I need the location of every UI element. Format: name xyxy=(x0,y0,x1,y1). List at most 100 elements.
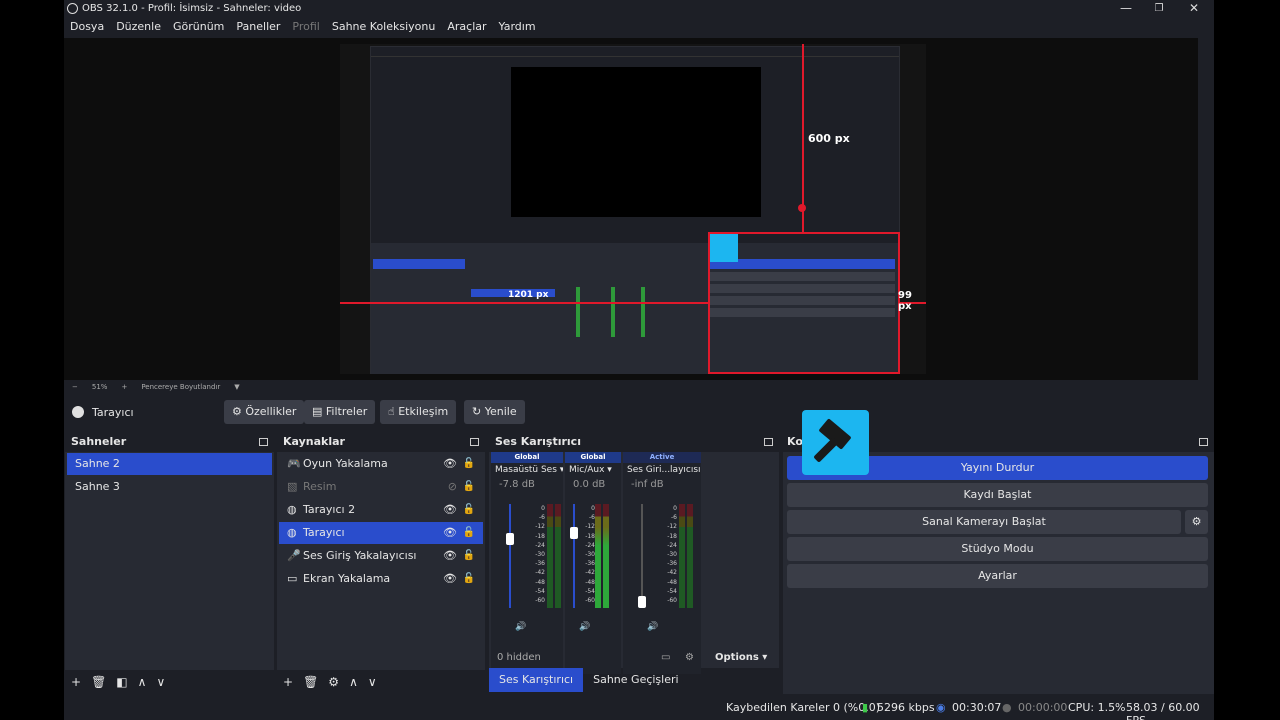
menu-paneller[interactable]: Paneller xyxy=(230,17,286,37)
undock-icon[interactable] xyxy=(470,438,479,446)
fader-knob[interactable] xyxy=(506,533,514,546)
lock-icon[interactable]: 🔓 xyxy=(463,545,475,567)
hammer-icon xyxy=(802,410,869,475)
minimize-icon[interactable]: — xyxy=(1109,0,1143,17)
move-up-icon[interactable]: ∧ xyxy=(349,675,358,689)
lock-icon[interactable]: 🔓 xyxy=(463,476,475,498)
volume-fader[interactable] xyxy=(641,504,643,608)
channel-name[interactable]: Ses Giri...layıcısı ▾ xyxy=(623,463,701,477)
scene-item-sahne-2[interactable]: Sahne 2 xyxy=(67,453,272,475)
refresh-button[interactable]: ↻ Yenile xyxy=(464,400,525,424)
eye-icon[interactable]: 👁 xyxy=(443,522,457,544)
undock-icon[interactable] xyxy=(259,438,268,446)
lock-icon[interactable]: 🔓 xyxy=(463,522,475,544)
interact-button[interactable]: ☝ Etkileşim xyxy=(380,400,457,424)
mixer-layout-icon[interactable]: ▭ xyxy=(661,646,670,670)
add-source-icon[interactable]: + xyxy=(283,675,293,689)
zoom-out-button[interactable]: − xyxy=(72,383,78,391)
menu-duzenle[interactable]: Düzenle xyxy=(110,17,167,37)
menu-dosya[interactable]: Dosya xyxy=(64,17,110,37)
channel-name[interactable]: Masaüstü Ses ▾ xyxy=(491,463,563,477)
properties-button[interactable]: ⚙ Özellikler xyxy=(224,400,305,424)
move-up-icon[interactable]: ∧ xyxy=(138,675,147,689)
scene-filters-icon[interactable]: ◧ xyxy=(116,675,127,689)
menu-profil[interactable]: Profil xyxy=(286,17,325,37)
level-meter xyxy=(547,504,553,608)
mixer-dock: Ses Karıştırıcı Global Masaüstü Ses ▾ -7… xyxy=(489,432,779,674)
menu-araclar[interactable]: Araçlar xyxy=(441,17,492,37)
height-dimension-label: 600 px xyxy=(808,132,850,145)
add-scene-icon[interactable]: + xyxy=(71,675,81,689)
remove-scene-icon[interactable]: 🗑 xyxy=(91,675,106,689)
volume-fader[interactable] xyxy=(573,504,575,608)
stream-icon: ◉ xyxy=(936,701,946,714)
undock-icon[interactable] xyxy=(1199,438,1208,446)
filters-button[interactable]: ▤ Filtreler xyxy=(304,400,376,424)
source-item[interactable]: ◍ Tarayıcı 2 👁 🔓 xyxy=(279,499,483,521)
eye-icon[interactable]: 👁 xyxy=(443,545,457,567)
maximize-icon[interactable]: ❐ xyxy=(1142,0,1176,17)
guide-horizontal-left xyxy=(340,302,710,304)
speaker-icon[interactable]: 🔊 xyxy=(579,622,590,632)
source-settings-icon[interactable]: ⚙ xyxy=(328,675,339,689)
speaker-icon[interactable]: 🔊 xyxy=(647,622,658,632)
lock-icon[interactable]: 🔓 xyxy=(463,453,475,475)
source-item[interactable]: 🎤 Ses Giriş Yakalayıcısı 👁 🔓 xyxy=(279,545,483,567)
db-scale: 0 -6 -12 -18 -24 -30 -36 -42 -48 -54 -60 xyxy=(535,505,545,605)
cpu-usage: CPU: 1.5% xyxy=(1068,701,1126,714)
start-virtual-camera-button[interactable]: Sanal Kamerayı Başlat xyxy=(787,510,1181,534)
recording-time: 00:00:00 xyxy=(1018,701,1068,714)
virtual-camera-settings-icon[interactable]: ⚙ xyxy=(1185,510,1208,534)
source-toolbar: Tarayıcı ⚙ Özellikler ▤ Filtreler ☝ Etki… xyxy=(64,398,1214,428)
zoom-in-button[interactable]: + xyxy=(121,383,127,391)
undock-icon[interactable] xyxy=(764,438,773,446)
scenes-toolbar: + 🗑 ◧ ∧ ∨ xyxy=(65,670,274,694)
eye-icon[interactable]: 👁 xyxy=(443,499,457,521)
fit-window-label[interactable]: Pencereye Boyutlandır xyxy=(141,383,220,391)
zoom-dropdown-icon[interactable]: ▼ xyxy=(234,383,239,391)
db-scale: 0 -6 -12 -18 -24 -30 -36 -42 -48 -54 -60 xyxy=(585,505,595,605)
level-meter xyxy=(555,504,561,608)
tab-mixer[interactable]: Ses Karıştırıcı xyxy=(489,668,584,692)
menu-yardim[interactable]: Yardım xyxy=(493,17,542,37)
channel-name[interactable]: Mic/Aux ▾ xyxy=(565,463,621,477)
studio-mode-button[interactable]: Stüdyo Modu xyxy=(787,537,1208,561)
source-item[interactable]: ▭ Ekran Yakalama 👁 🔓 xyxy=(279,568,483,590)
remove-source-icon[interactable]: 🗑 xyxy=(303,675,318,689)
speaker-icon[interactable]: 🔊 xyxy=(515,622,526,632)
mixer-tabs: Ses Karıştırıcı Sahne Geçişleri xyxy=(489,668,689,692)
source-item[interactable]: 🎮 Oyun Yakalama 👁 🔓 xyxy=(279,453,483,475)
close-icon[interactable]: ✕ xyxy=(1177,0,1211,17)
preview-area[interactable]: 600 px 1201 px 99 px xyxy=(64,38,1198,380)
tab-transitions[interactable]: Sahne Geçişleri xyxy=(583,668,688,692)
menu-sahne-koleksiyonu[interactable]: Sahne Koleksiyonu xyxy=(326,17,442,37)
volume-fader[interactable] xyxy=(509,504,511,608)
options-button[interactable]: Options ▾ xyxy=(715,646,767,670)
sources-dock-header: Kaynaklar xyxy=(277,432,485,452)
start-recording-button[interactable]: Kaydı Başlat xyxy=(787,483,1208,507)
scenes-dock-header: Sahneler xyxy=(65,432,274,452)
program-preview[interactable]: 600 px 1201 px 99 px xyxy=(340,44,926,374)
lock-icon[interactable]: 🔓 xyxy=(463,568,475,590)
move-down-icon[interactable]: ∨ xyxy=(368,675,377,689)
eye-icon[interactable]: 👁 xyxy=(443,568,457,590)
scene-item-sahne-3[interactable]: Sahne 3 xyxy=(67,476,272,498)
status-bar: Kaybedilen Kareler 0 (%0.0) ▮ 5296 kbps … xyxy=(64,696,1214,720)
move-down-icon[interactable]: ∨ xyxy=(156,675,165,689)
mixer-settings-icon[interactable]: ⚙ xyxy=(685,646,694,670)
eye-hidden-icon[interactable]: ⊘ xyxy=(448,476,457,498)
fader-knob[interactable] xyxy=(638,596,646,608)
source-item[interactable]: ◍ Tarayıcı 👁 🔓 xyxy=(279,522,483,544)
bitrate: 5296 kbps xyxy=(877,701,935,714)
globe-icon xyxy=(72,406,84,418)
settings-button[interactable]: Ayarlar xyxy=(787,564,1208,588)
eye-icon[interactable]: 👁 xyxy=(443,453,457,475)
fader-knob[interactable] xyxy=(570,527,578,539)
resize-handle-top[interactable] xyxy=(798,204,806,212)
channel-volume: -7.8 dB xyxy=(499,479,535,490)
obs-logo-icon xyxy=(67,3,78,14)
lock-icon[interactable]: 🔓 xyxy=(463,499,475,521)
level-meter xyxy=(687,504,693,608)
menu-gorunum[interactable]: Görünüm xyxy=(167,17,230,37)
source-item[interactable]: ▧ Resim ⊘ 🔓 xyxy=(279,476,483,498)
